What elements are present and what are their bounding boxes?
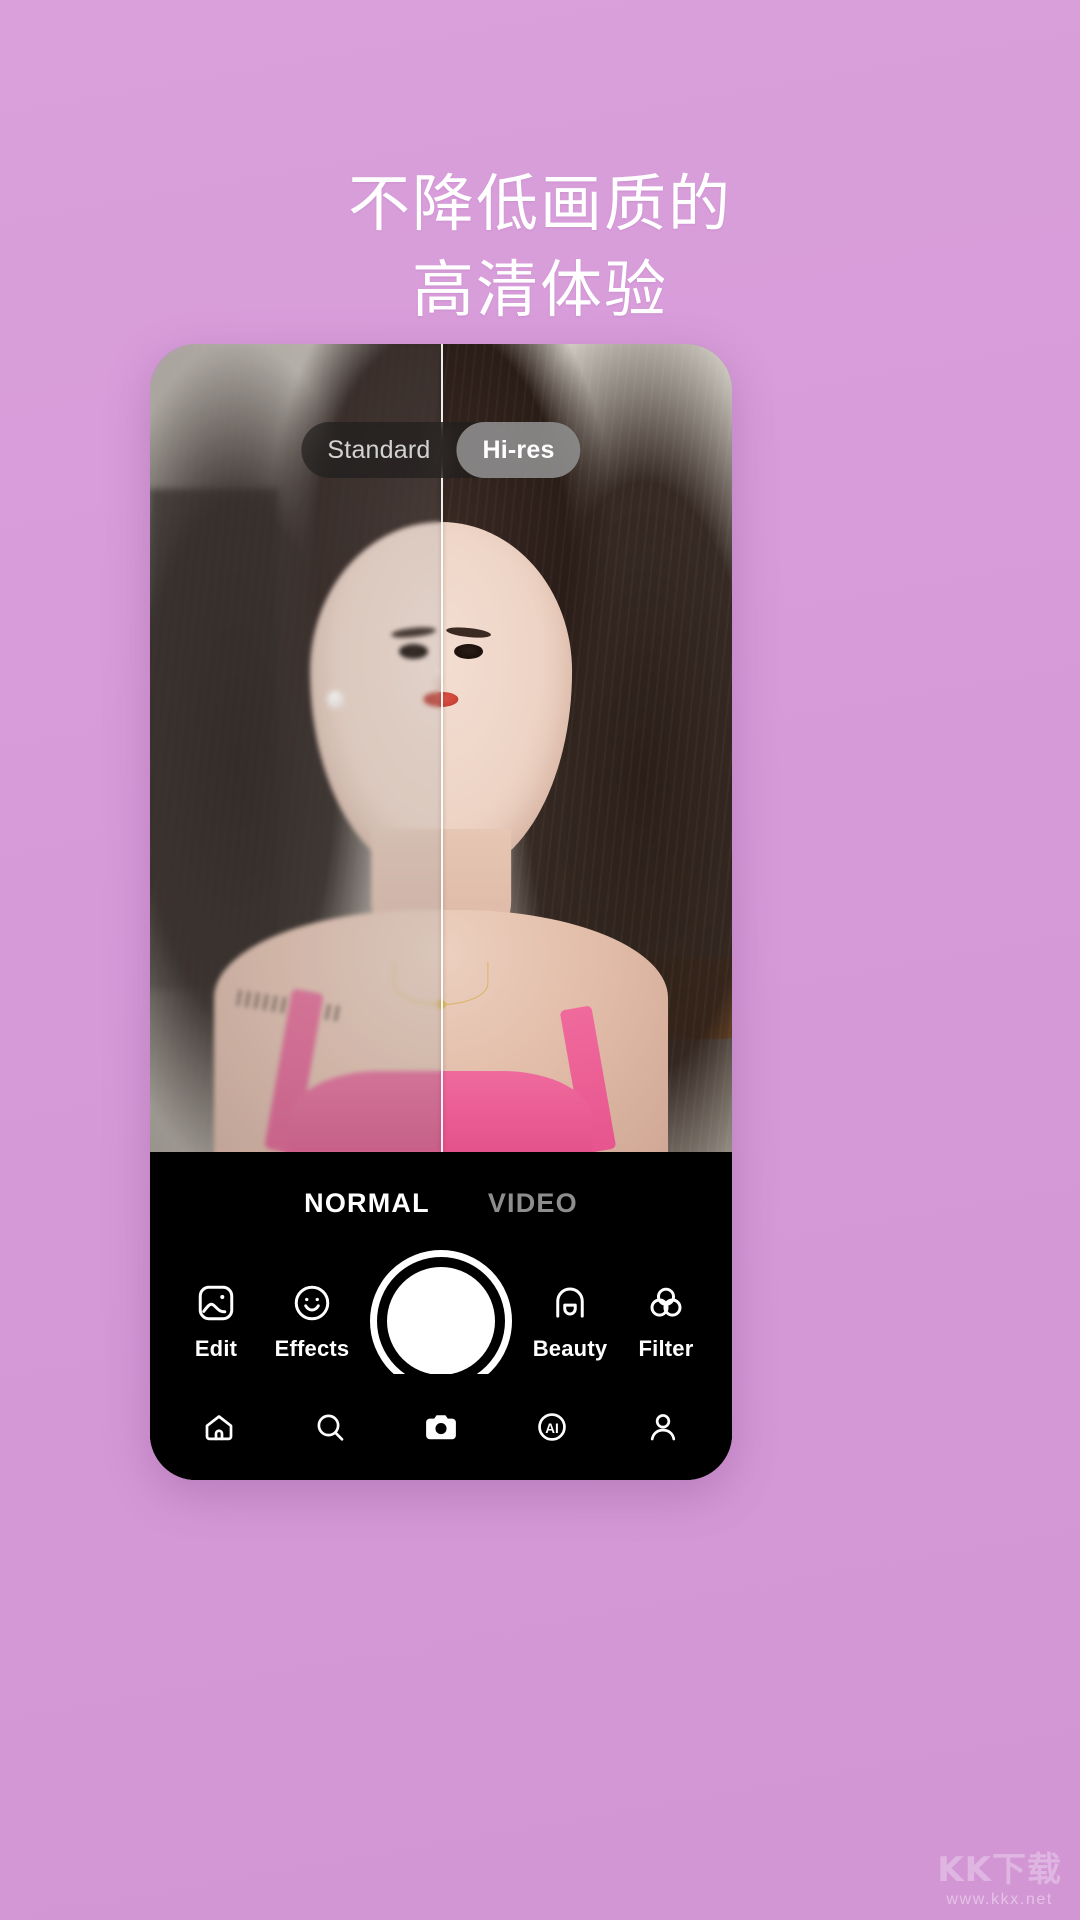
action-effects-label: Effects xyxy=(274,1336,350,1361)
page-title: 不降低画质的 高清体验 xyxy=(0,162,1080,334)
ai-icon: AI xyxy=(534,1409,570,1445)
face-beauty-icon xyxy=(547,1280,593,1326)
tab-normal[interactable]: NORMAL xyxy=(304,1188,430,1219)
camera-mode-tabs: NORMAL VIDEO xyxy=(150,1188,732,1219)
eyebrow-right xyxy=(445,626,492,640)
camera-icon xyxy=(422,1408,460,1446)
profile-icon xyxy=(645,1409,681,1445)
action-effects[interactable]: Effects xyxy=(264,1280,360,1362)
nav-profile[interactable] xyxy=(636,1400,690,1454)
promo-screen: 不降低画质的 高清体验 Standard Hi-res NORMAL VIDEO… xyxy=(0,0,1080,1920)
action-edit[interactable]: Edit xyxy=(168,1280,264,1362)
search-icon xyxy=(312,1409,348,1445)
watermark-text: KK下载 xyxy=(937,1850,1062,1890)
action-filter-label: Filter xyxy=(638,1336,694,1361)
eyebrow-left xyxy=(390,626,437,640)
quality-option-standard[interactable]: Standard xyxy=(301,422,456,478)
watermark-url: www.kkx.net xyxy=(946,1891,1053,1908)
tab-video[interactable]: VIDEO xyxy=(488,1188,578,1219)
eye-left xyxy=(399,644,428,660)
shutter-button[interactable] xyxy=(370,1250,512,1392)
action-beauty[interactable]: Beauty xyxy=(522,1280,618,1362)
quality-option-hires[interactable]: Hi-res xyxy=(456,422,581,478)
three-circles-filter-icon xyxy=(643,1280,689,1326)
camera-action-row: Edit Effects Beauty Filter xyxy=(150,1250,732,1392)
nav-home[interactable] xyxy=(192,1400,246,1454)
camera-controls-panel: NORMAL VIDEO Edit Effects Beauty Filter … xyxy=(150,1152,732,1480)
eye-right xyxy=(454,644,483,660)
svg-text:AI: AI xyxy=(545,1421,559,1436)
headline-line-1: 不降低画质的 xyxy=(347,170,732,239)
nav-camera[interactable] xyxy=(414,1400,468,1454)
action-edit-label: Edit xyxy=(194,1336,238,1361)
shutter-inner xyxy=(387,1267,495,1375)
nav-search[interactable] xyxy=(303,1400,357,1454)
phone-mockup: Standard Hi-res NORMAL VIDEO Edit Effect… xyxy=(150,344,732,1480)
quality-toggle[interactable]: Standard Hi-res xyxy=(301,422,581,478)
image-edit-icon xyxy=(193,1280,239,1326)
watermark: KK下载 www.kkx.net xyxy=(937,1850,1062,1910)
bottom-navigation: AI xyxy=(150,1374,732,1480)
smiley-face-icon xyxy=(289,1280,335,1326)
nav-ai[interactable]: AI xyxy=(525,1400,579,1454)
action-beauty-label: Beauty xyxy=(532,1336,608,1361)
headline-line-2: 高清体验 xyxy=(411,256,668,325)
action-filter[interactable]: Filter xyxy=(618,1280,714,1362)
home-icon xyxy=(201,1409,237,1445)
earring xyxy=(327,691,343,708)
camera-preview: Standard Hi-res xyxy=(150,344,732,1152)
